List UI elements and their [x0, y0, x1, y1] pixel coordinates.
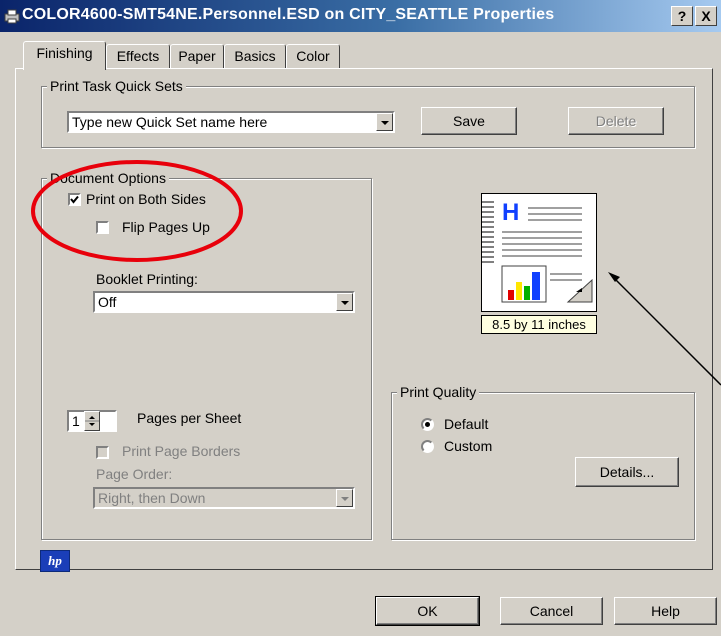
chevron-down-icon[interactable]	[336, 489, 353, 507]
hp-logo: hp	[40, 550, 70, 572]
close-icon[interactable]: X	[695, 6, 717, 26]
quick-set-name-value: Type new Quick Set name here	[72, 114, 268, 130]
help-icon[interactable]: ?	[671, 6, 693, 26]
details-button[interactable]: Details...	[575, 457, 679, 487]
flip-pages-up-label[interactable]: Flip Pages Up	[122, 219, 210, 235]
pages-per-sheet-value: 1	[72, 413, 80, 429]
checkmark-icon	[70, 195, 79, 204]
ok-button[interactable]: OK	[375, 596, 480, 626]
print-quality-label: Print Quality	[397, 384, 480, 400]
page-preview-icon	[482, 201, 593, 303]
page-order-select[interactable]: Right, then Down	[93, 487, 355, 509]
quality-custom-label[interactable]: Custom	[444, 438, 492, 454]
booklet-printing-select[interactable]: Off	[93, 291, 355, 313]
help-button[interactable]: Help	[614, 597, 717, 625]
tab-paper[interactable]: Paper	[170, 44, 224, 68]
paper-size-label: 8.5 by 11 inches	[481, 315, 597, 334]
tab-color[interactable]: Color	[286, 44, 340, 68]
quality-default-label[interactable]: Default	[444, 416, 488, 432]
chevron-down-icon[interactable]	[336, 293, 353, 311]
tab-finishing[interactable]: Finishing	[23, 41, 106, 70]
pages-per-sheet-spinner[interactable]	[84, 411, 100, 431]
printer-icon	[4, 9, 20, 24]
chevron-down-icon[interactable]	[376, 113, 393, 131]
cancel-button[interactable]: Cancel	[500, 597, 603, 625]
tab-effects[interactable]: Effects	[106, 44, 170, 68]
save-button[interactable]: Save	[421, 107, 517, 135]
booklet-printing-label: Booklet Printing:	[96, 271, 198, 287]
pages-per-sheet-label: Pages per Sheet	[137, 410, 242, 426]
quality-custom-radio[interactable]	[421, 440, 434, 453]
tab-basics[interactable]: Basics	[224, 44, 286, 68]
page-order-value: Right, then Down	[98, 490, 206, 506]
title-bar[interactable]: COLOR4600-SMT54NE.Personnel.ESD on CITY_…	[0, 0, 721, 32]
preview-heading-letter: H	[502, 199, 520, 226]
delete-button[interactable]: Delete	[568, 107, 664, 135]
page-preview: H	[481, 193, 597, 312]
page-order-label: Page Order:	[96, 466, 173, 482]
quick-sets-label: Print Task Quick Sets	[47, 78, 186, 94]
booklet-printing-value: Off	[98, 294, 117, 310]
print-page-borders-label: Print Page Borders	[122, 443, 241, 459]
print-both-sides-checkbox[interactable]	[68, 193, 81, 206]
radio-dot-icon	[425, 422, 430, 427]
print-both-sides-label[interactable]: Print on Both Sides	[86, 191, 206, 207]
quick-set-name-input[interactable]: Type new Quick Set name here	[67, 111, 395, 133]
print-page-borders-checkbox[interactable]	[96, 446, 109, 459]
document-options-label: Document Options	[47, 170, 169, 186]
spinner-arrows-icon	[85, 416, 99, 426]
window-title: COLOR4600-SMT54NE.Personnel.ESD on CITY_…	[22, 6, 555, 23]
flip-pages-up-checkbox[interactable]	[96, 221, 109, 234]
quality-default-radio[interactable]	[421, 418, 434, 431]
